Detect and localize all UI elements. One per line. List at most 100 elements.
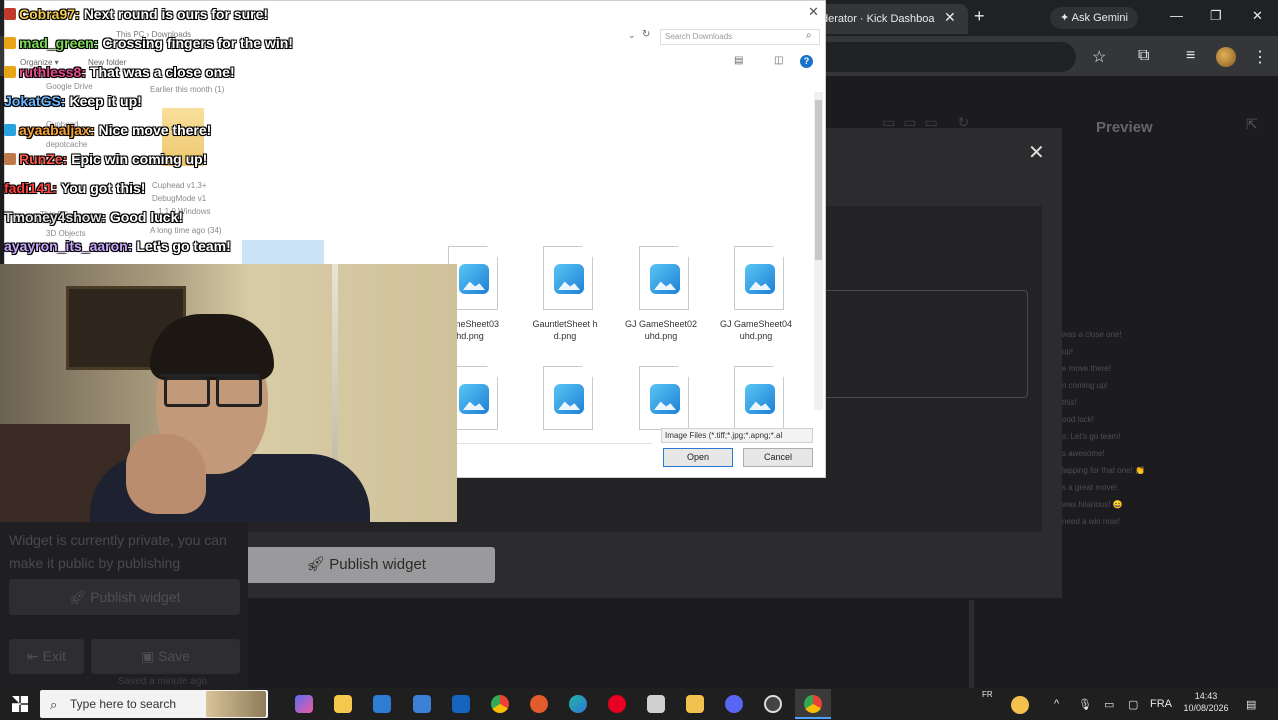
microphone-icon[interactable]: 🎙︎ [1078,698,1092,711]
preview-chat-line: this! [1062,398,1077,407]
bookmark-star-icon[interactable]: ☆ [1092,47,1106,67]
rocket-icon: 🚀︎ [306,556,326,573]
steam-like-icon[interactable] [647,695,665,713]
modal-close-icon[interactable]: ✕ [1028,140,1045,165]
image-file-icon [639,246,689,310]
open-button[interactable]: Open [663,448,733,467]
preview-chat-line: s: Let's go team! [1062,432,1121,441]
save-label: Save [158,648,191,664]
chat-message: JokatGS: Keep it up! [4,93,142,109]
nav-tree-item[interactable]: 3D Objects [46,229,86,238]
publish-widget-button[interactable]: 🚀︎ Publish widget [237,547,495,583]
chrome-icon[interactable] [491,695,509,713]
help-icon[interactable]: ? [800,55,813,68]
nav-tree-item[interactable]: depotcache [46,140,87,149]
photo-icon [745,264,775,294]
open-external-icon[interactable]: ⇱ [1246,116,1258,133]
photo-icon [745,384,775,414]
preview-chat-line: s awesome! [1062,449,1105,458]
weather-icon[interactable] [1011,696,1029,714]
user-badge-icon [4,8,16,20]
chat-message: ayaabaljax: Nice move there! [4,122,211,138]
chat-username: JokatGS: [4,93,66,109]
image-file-icon [734,246,784,310]
extensions-icon[interactable]: ⧉ [1138,47,1149,65]
preview-chat-line: up! [1062,347,1074,356]
cancel-button[interactable]: Cancel [743,448,813,467]
discord-icon[interactable] [725,695,743,713]
display-icon[interactable]: ▢ [1128,698,1138,711]
chat-username: Cobra97: [19,6,80,22]
todo-icon[interactable] [413,695,431,713]
view-options-icon[interactable]: ▤ [734,55,743,66]
screen: derator · Kick Dashboa ✕ + ✦ Ask Gemini … [0,0,1278,720]
chrome-active-icon[interactable] [804,695,822,713]
file-name: GauntletSheet h d.png [532,319,598,341]
mail-icon[interactable] [452,695,470,713]
preview-pane-icon[interactable]: ◫ [774,55,783,66]
new-tab-icon[interactable]: + [974,6,985,27]
clock-time: 14:43 [1194,691,1218,701]
notification-icon[interactable]: ▤ [1246,698,1256,711]
restore-icon[interactable]: ❐ [1210,8,1222,24]
refresh-icon[interactable]: ↻ [642,29,650,40]
user-badge-icon [4,37,16,49]
menu-kebab-icon[interactable]: ⋮ [1252,47,1268,67]
user-badge-icon [4,66,16,78]
keyboard-indicator[interactable]: FR [982,690,993,699]
file-name-input[interactable] [456,430,652,444]
file-group-header[interactable]: A long time ago (34) [150,226,222,235]
copilot-icon[interactable] [295,695,313,713]
window-close-icon[interactable]: ✕ [1252,8,1263,24]
nav-tree-item[interactable]: Google Drive [46,82,93,91]
nav-tree-item[interactable]: DebugMode v1 [152,194,206,203]
tab-close-icon[interactable]: ✕ [944,9,956,26]
tray-chevron-icon[interactable]: ^ [1054,698,1059,710]
chat-message: mad_green: Crossing fingers for the win! [4,35,293,51]
exit-button[interactable]: ⇤ Exit [9,639,84,674]
selected-file-tile[interactable] [242,240,324,266]
clock-date: 10/08/2026 [1183,703,1229,713]
user-badge-icon [4,153,16,165]
divider [969,600,974,688]
chat-username: ayayron_its_aaron: [4,238,133,254]
office-app-icon[interactable] [530,695,548,713]
network-icon[interactable]: ▭ [1104,698,1114,711]
file-type-select[interactable]: Image Files (*.tiff;*.jpg;*.apng;*.al [661,428,813,443]
history-dropdown-icon[interactable]: ⌄ [628,30,636,41]
left-publish-button[interactable]: 🚀︎ Publish widget [9,579,240,615]
file-explorer-icon[interactable] [686,695,704,713]
saved-status: Saved a minute ago [118,676,207,687]
chat-username: ayaabaljax: [19,122,95,138]
nav-tree-item[interactable]: Cuphead v1.3+ [152,181,207,190]
scrollbar-thumb[interactable] [815,100,822,260]
dialog-close-icon[interactable]: ✕ [808,4,819,20]
widget-textarea[interactable] [818,290,1028,398]
chat-username: RunZe: [19,151,68,167]
sticky-app-icon[interactable] [334,695,352,713]
language-indicator[interactable]: FRA [1150,698,1172,710]
reading-list-icon[interactable]: ≡ [1186,47,1195,65]
profile-avatar[interactable] [1216,47,1236,67]
minimize-icon[interactable]: — [1170,8,1183,23]
photo-icon [554,384,584,414]
exit-icon: ⇤ [27,648,39,664]
calendar-icon[interactable] [373,695,391,713]
ask-gemini-button[interactable]: ✦ Ask Gemini [1050,7,1138,29]
preview-chat-line: lapping for that one! 👏 [1062,466,1145,475]
pinterest-icon[interactable] [608,695,626,713]
obs-icon[interactable] [764,695,782,713]
edge-icon[interactable] [569,695,587,713]
chat-text: Keep it up! [69,93,142,109]
taskbar-search-placeholder: Type here to search [70,697,177,711]
save-button[interactable]: ▣ Save [91,639,240,674]
clock[interactable]: 14:43 10/08/2026 [1176,690,1236,714]
photo-icon [554,264,584,294]
chat-text: Crossing fingers for the win! [102,35,293,51]
person-glasses [160,374,262,407]
file-group-header[interactable]: Earlier this month (1) [150,85,224,94]
dialog-search-input[interactable]: Search Downloads [660,29,820,45]
chat-message: Tmoney4show: Good luck! [4,209,183,225]
address-bar[interactable] [826,42,1076,72]
preview-chat-line: n coming up! [1062,381,1108,390]
